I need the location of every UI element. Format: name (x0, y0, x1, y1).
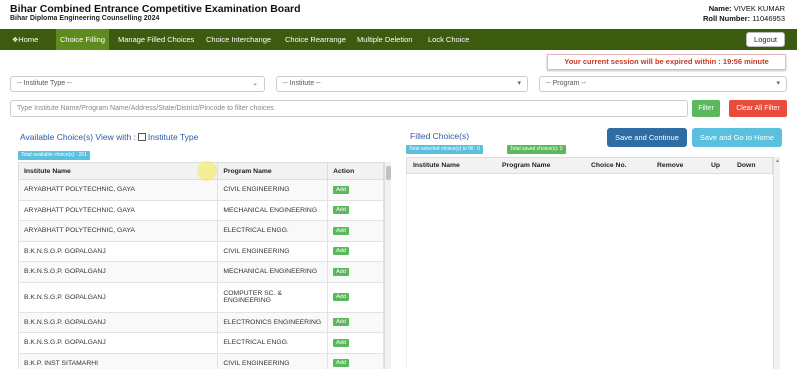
institute-name-cell: B.K.N.S.G.P. GOPALGANJ (17, 281, 219, 313)
program-name-cell: CIVIL ENGINEERING (217, 240, 329, 262)
column-header-action: Action (327, 162, 384, 180)
nav-home[interactable]: ❖Home (8, 29, 42, 50)
clear-all-filter-button[interactable]: Clear All Filter (729, 100, 787, 117)
table-row: B.K.N.S.G.P. GOPALGANJ ELECTRICAL ENGG. Ad… (17, 332, 384, 354)
filter-button[interactable]: Filter (692, 100, 720, 117)
program-name-cell: ELECTRONICS ENGINEERING (217, 311, 329, 333)
nav-choice-filling[interactable]: Choice Filling (56, 29, 110, 50)
column-header-choice-no: Choice No. (591, 162, 627, 169)
total-selected-badge: Total selected choice(s) to fill : 0 (406, 145, 483, 154)
add-button[interactable]: Add (333, 338, 349, 347)
add-button[interactable]: Add (333, 293, 349, 301)
available-choices-heading: Available Choice(s) View with : Institute… (20, 132, 199, 142)
page-header: Bihar Combined Entrance Competitive Exam… (0, 0, 797, 28)
action-cell: Add (327, 311, 384, 333)
main-nav: ❖Home Choice Filling Manage Filled Choic… (0, 29, 797, 50)
program-name-cell: ELECTRICAL ENGG. (217, 220, 329, 242)
search-filter-input[interactable]: Type Institute Name/Program Name/Address… (10, 100, 688, 117)
table-row: B.K.N.S.G.P. GOPALGANJ MECHANICAL ENGINEE… (17, 261, 384, 283)
available-choices-table: Institute Name Program Name Action ARYAB… (17, 162, 384, 369)
table-row: ARYABHATT POLYTECHNIC, GAYA CIVIL ENGINEE… (17, 179, 384, 201)
action-cell: Add (327, 220, 384, 242)
counselling-subtitle: Bihar Diploma Engineering Counselling 20… (10, 15, 160, 22)
table-row: B.K.N.S.G.P. GOPALGANJ COMPUTER SC. & ENG… (17, 281, 384, 313)
institute-name-cell: ARYABHATT POLYTECHNIC, GAYA (17, 220, 219, 242)
scrollbar-thumb[interactable] (386, 166, 391, 180)
institute-name-cell: ARYABHATT POLYTECHNIC, GAYA (17, 199, 219, 221)
session-expiry-alert: Your current session will be expired wit… (547, 54, 786, 70)
institute-type-checkbox[interactable] (137, 133, 146, 141)
action-cell: Add (327, 261, 384, 283)
column-header-down: Down (737, 162, 756, 169)
total-saved-badge: Total saved choice(s): 0 (507, 145, 566, 154)
chevron-down-icon: ⌄ (252, 80, 258, 87)
table-row: ARYABHATT POLYTECHNIC, GAYA MECHANICAL EN… (17, 199, 384, 221)
institute-name-cell: B.K.N.S.G.P. GOPALGANJ (17, 261, 219, 283)
action-cell: Add (327, 352, 384, 369)
nav-multiple-deletion[interactable]: Multiple Deletion (353, 29, 416, 50)
save-and-go-home-button[interactable]: Save and Go to Home (692, 128, 782, 147)
roll-label: Roll Number: (703, 14, 751, 23)
institute-name-cell: B.K.N.S.G.P. GOPALGANJ (17, 240, 219, 262)
add-button[interactable]: Add (333, 318, 349, 327)
filled-choices-table-header: Institute Name Program Name Choice No. R… (406, 157, 773, 174)
total-available-badge: Total available choice(s) : 261 (18, 151, 90, 160)
caret-down-icon: ▾ (517, 80, 521, 87)
column-header-program: Program Name (502, 162, 551, 169)
logout-button[interactable]: Logout (746, 32, 785, 47)
nav-manage-filled-choices[interactable]: Manage Filled Choices (114, 29, 198, 50)
available-table-scrollbar[interactable] (384, 162, 391, 369)
add-button[interactable]: Add (333, 247, 349, 256)
add-button[interactable]: Add (333, 267, 349, 276)
program-name-cell: MECHANICAL ENGINEERING (217, 199, 329, 221)
add-button[interactable]: Add (333, 226, 349, 235)
program-name-cell: COMPUTER SC. & ENGINEERING (217, 281, 329, 313)
action-cell: Add (327, 179, 384, 201)
table-row: B.K.P. INST SITAMARHI CIVIL ENGINEERING Ad… (17, 352, 384, 369)
name-label: Name: (708, 4, 732, 13)
institute-name-cell: B.K.P. INST SITAMARHI (17, 352, 219, 369)
user-info: Name: VIVEK KUMAR Roll Number: 11046953 (703, 4, 785, 24)
program-name-cell: MECHANICAL ENGINEERING (217, 261, 329, 283)
table-row: B.K.N.S.G.P. GOPALGANJ ELECTRONICS ENGINE… (17, 311, 384, 333)
add-button[interactable]: Add (333, 185, 349, 194)
program-select[interactable]: -- Program -- ▾ (539, 76, 787, 92)
caret-down-icon: ▾ (776, 80, 780, 87)
action-cell: Add (327, 240, 384, 262)
table-row: B.K.N.S.G.P. GOPALGANJ CIVIL ENGINEERING A… (17, 240, 384, 262)
column-header-institute: Institute Name (413, 162, 460, 169)
save-and-continue-button[interactable]: Save and Continue (607, 128, 687, 147)
program-name-cell: CIVIL ENGINEERING (217, 352, 329, 369)
column-header-institute[interactable]: Institute Name (17, 162, 219, 180)
action-cell: Add (327, 332, 384, 354)
filled-choices-heading: Filled Choice(s) (410, 131, 470, 141)
column-header-program[interactable]: Program Name (217, 162, 329, 180)
scroll-up-arrow-icon[interactable]: ▲ (775, 158, 780, 164)
nav-choice-rearrange[interactable]: Choice Rearrange (281, 29, 350, 50)
institute-name-cell: ARYABHATT POLYTECHNIC, GAYA (17, 179, 219, 201)
program-name-cell: ELECTRICAL ENGG. (217, 332, 329, 354)
institute-name-cell: B.K.N.S.G.P. GOPALGANJ (17, 311, 219, 333)
institute-select[interactable]: -- Institute -- ▾ (276, 76, 528, 92)
nav-lock-choice[interactable]: Lock Choice (424, 29, 473, 50)
program-name-cell: CIVIL ENGINEERING (217, 179, 329, 201)
column-header-remove: Remove (657, 162, 684, 169)
add-button[interactable]: Add (333, 206, 349, 215)
table-row: ARYABHATT POLYTECHNIC, GAYA ELECTRICAL EN… (17, 220, 384, 242)
user-name: VIVEK KUMAR (733, 4, 785, 13)
column-header-up: Up (711, 162, 721, 169)
action-cell: Add (327, 281, 384, 313)
institute-type-checkbox-label: Institute Type (147, 132, 199, 142)
institute-type-select[interactable]: -- Institute Type -- ⌄ (10, 76, 265, 92)
institute-name-cell: B.K.N.S.G.P. GOPALGANJ (17, 332, 219, 354)
nav-choice-interchange[interactable]: Choice Interchange (202, 29, 275, 50)
add-button[interactable]: Add (333, 359, 349, 368)
roll-number: 11046953 (752, 14, 785, 23)
filled-table-scrollbar[interactable]: ▲ (773, 157, 780, 369)
cursor-highlight (197, 161, 217, 181)
filled-choices-table-body (406, 174, 773, 369)
board-title: Bihar Combined Entrance Competitive Exam… (10, 3, 301, 15)
action-cell: Add (327, 199, 384, 221)
